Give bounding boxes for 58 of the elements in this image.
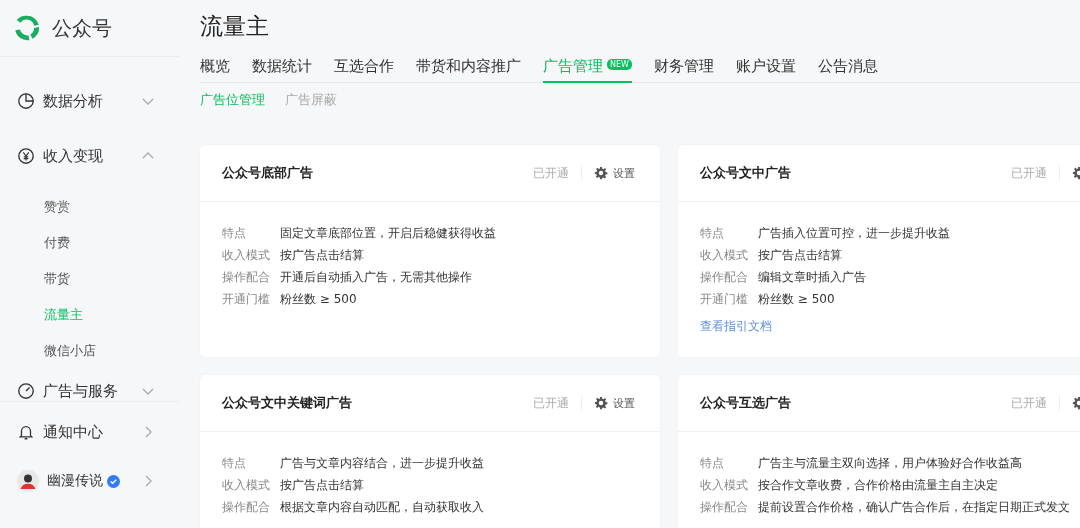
tab[interactable]: 账户设置 [735,57,796,83]
status-text: 已开通 [533,164,569,182]
row-value: 开通后自动插入广告，无需其他操作 [280,269,472,286]
row-label: 操作配合 [222,269,271,286]
row-label: 特点 [700,455,725,472]
menu-group[interactable]: 收入变现 [0,134,180,178]
row-label: 收入模式 [222,477,271,494]
row-value: 根据文章内容自动匹配，自动获取收入 [280,499,484,516]
row-label: 开通门槛 [222,291,271,308]
card-title: 公众号底部广告 [222,164,314,182]
row-label: 开通门槛 [700,291,749,308]
row-label: 收入模式 [700,247,749,264]
tab[interactable]: 数据统计 [252,57,312,83]
row-value: 广告插入位置可控，进一步提升收益 [758,225,950,242]
row-value: 按广告点击结算 [280,247,364,264]
settings-button[interactable]: 设置 [594,165,638,181]
card-title: 公众号文中关键词广告 [222,394,353,412]
row-label: 特点 [700,225,725,242]
menu-item[interactable]: 赞赏 [0,189,180,225]
menu-item[interactable]: 微信小店 [0,333,180,369]
tab[interactable]: 公告消息 [817,57,878,83]
row-label: 收入模式 [222,247,271,264]
page-title: 流量主 [200,12,270,41]
row-label: 收入模式 [700,477,749,494]
row-value: 广告与文章内容结合，进一步提升收益 [280,455,484,472]
tab[interactable]: 概览 [200,57,230,83]
row-label: 操作配合 [700,269,749,286]
row-value: 按合作文章收费，合作价格由流量主自主决定 [758,477,998,494]
menu-group[interactable]: 数据分析 [0,79,180,123]
row-value: 编辑文章时插入广告 [758,269,866,286]
new-badge: NEW [607,59,632,70]
account-item[interactable]: 幽漫传说 [0,459,180,503]
row-label: 特点 [222,455,247,472]
row-value: 固定文章底部位置，开启后稳健获得收益 [280,225,496,242]
card-title: 公众号文中广告 [700,164,792,182]
menu-item[interactable]: 付费 [0,225,180,261]
row-value: 粉丝数 ≥ 500 [280,291,357,308]
tab[interactable]: 带货和内容推广 [416,57,521,83]
tab[interactable]: 互选合作 [334,57,394,83]
row-value: 按广告点击结算 [280,477,364,494]
guide-link[interactable]: 查看指引文档 [700,318,772,335]
menu-item[interactable]: 带货 [0,261,180,297]
row-label: 操作配合 [222,499,271,516]
settings-button[interactable]: 设置 [594,395,638,411]
row-label: 操作配合 [700,499,749,516]
row-value: 粉丝数 ≥ 500 [758,291,835,308]
row-value: 提前设置合作价格，确认广告合作后，在指定日期正式发文 [758,499,1070,516]
row-value: 按广告点击结算 [758,247,842,264]
status-text: 已开通 [1011,164,1047,182]
notification-item[interactable]: 通知中心 [0,410,180,454]
tab[interactable]: 财务管理 [653,57,714,83]
status-text: 已开通 [533,394,569,412]
card-title: 公众号互选广告 [700,394,792,412]
row-label: 特点 [222,225,247,242]
status-text: 已开通 [1011,394,1047,412]
row-value: 广告主与流量主双向选择，用户体验好合作收益高 [758,455,1022,472]
logo-text: 公众号 [52,14,112,42]
menu-group[interactable]: 广告与服务 [0,369,180,401]
